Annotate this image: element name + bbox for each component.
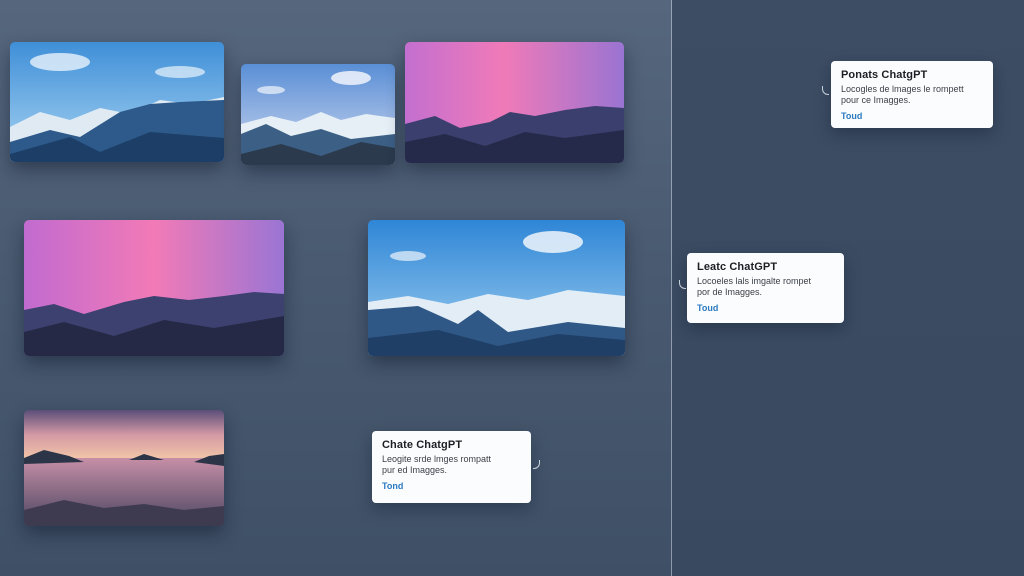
card-description: Leogite srde lmges rompatt pur ed Imagge… xyxy=(382,454,492,475)
thumb-sunset-lake[interactable] xyxy=(24,410,224,526)
thumb-blue-sky-glacier[interactable] xyxy=(368,220,625,356)
card-link[interactable]: Tond xyxy=(382,481,521,491)
info-card-bottom: Chate ChatgPT Leogite srde lmges rompatt… xyxy=(372,431,531,503)
card-title: Chate ChatgPT xyxy=(382,439,463,451)
mountain-landscape-image xyxy=(368,220,625,356)
mountain-landscape-image xyxy=(241,64,395,165)
info-card-top: Ponats ChatgPT Locogles de lmages le rom… xyxy=(831,61,993,128)
lake-landscape-image xyxy=(24,410,224,526)
panel-divider xyxy=(671,0,672,576)
mountain-landscape-image xyxy=(24,220,284,356)
card-link[interactable]: Toud xyxy=(841,111,983,121)
card-title: Ponats ChatgPT xyxy=(841,69,928,81)
connector-line xyxy=(533,460,540,469)
card-description: Locogles de lmages le rompett pour ce Im… xyxy=(841,84,964,105)
mountain-landscape-image xyxy=(405,42,624,163)
card-link[interactable]: Toud xyxy=(697,303,834,313)
card-description: Locoeles lals imgalte rompet por de Imag… xyxy=(697,276,812,297)
thumb-lake-sky-mountains[interactable] xyxy=(241,64,395,165)
info-card-middle: Leatc ChatGPT Locoeles lals imgalte romp… xyxy=(687,253,844,323)
mountain-landscape-image xyxy=(10,42,224,162)
thumb-blue-sky-mountains[interactable] xyxy=(10,42,224,162)
card-title: Leatc ChatGPT xyxy=(697,261,778,273)
thumb-pink-sky-ridge[interactable] xyxy=(24,220,284,356)
thumb-pink-sky-mountains[interactable] xyxy=(405,42,624,163)
